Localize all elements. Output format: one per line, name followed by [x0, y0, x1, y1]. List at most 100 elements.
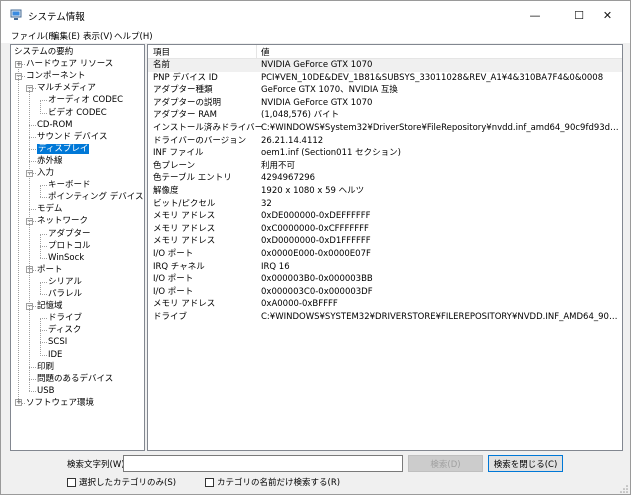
tree-item[interactable]: パラレル [48, 288, 82, 300]
tree-item[interactable]: ディスプレイ [37, 143, 90, 155]
column-header-value[interactable]: 値 [261, 46, 270, 58]
table-row[interactable]: メモリ アドレス 0xDE000000-0xDEFFFFFF [148, 210, 622, 223]
row-item-value: NVIDIA GeForce GTX 1070 [261, 97, 373, 108]
checkbox-box[interactable] [67, 477, 76, 487]
tree-item[interactable]: オーディオ CODEC [48, 94, 123, 106]
row-item-name: 解像度 [153, 186, 179, 196]
row-item-name: IRQ チャネル [153, 261, 205, 272]
tree-connector [29, 148, 36, 150]
table-row[interactable]: I/O ポート 0x0000E000-0x0000E07F [148, 248, 622, 261]
table-row[interactable]: メモリ アドレス 0xC0000000-0xCFFFFFFF [148, 223, 622, 236]
search-input[interactable] [123, 455, 403, 472]
table-row[interactable]: ビット/ピクセル 32 [148, 198, 622, 211]
tree-connector [40, 233, 47, 235]
table-row[interactable]: INF ファイル oem1.inf (Section011 セクション) [148, 147, 622, 160]
tree-item[interactable]: ディスク [48, 324, 81, 336]
table-row[interactable]: ドライブ C:¥WINDOWS¥SYSTEM32¥DRIVERSTORE¥FILE… [148, 311, 622, 324]
tree-item-label: サウンド デバイス [37, 131, 108, 142]
checkbox-label: 選択したカテゴリのみ(S) [79, 478, 177, 488]
row-item-name: メモリ アドレス [153, 211, 216, 222]
tree-connector [29, 221, 30, 270]
row-item-value: oem1.inf (Section011 セクション) [261, 148, 401, 159]
close-button[interactable]: ✕ [585, 1, 630, 29]
tree-item[interactable]: ポインティング デバイス [48, 191, 143, 203]
tree-item[interactable]: CD-ROM [37, 119, 72, 131]
search-category-names-checkbox[interactable]: カテゴリの名前だけ検索する(R) [205, 476, 340, 488]
column-divider[interactable] [256, 45, 257, 59]
table-row[interactable]: メモリ アドレス 0xD0000000-0xD1FFFFFF [148, 235, 622, 248]
tree-connector [29, 124, 30, 137]
tree-connector [40, 112, 47, 114]
table-row[interactable]: I/O ポート 0x000003C0-0x000003DF [148, 286, 622, 299]
tree-connector [29, 160, 30, 173]
tree-item[interactable]: ソフトウェア環境 [26, 397, 94, 409]
tree-item[interactable]: マルチメディア [37, 82, 96, 94]
tree-item[interactable]: USB [37, 385, 54, 397]
title-bar[interactable]: システム情報 — ☐ ✕ [1, 1, 630, 29]
tree-item[interactable]: ポート [37, 264, 63, 276]
tree-item[interactable]: シリアル [48, 276, 82, 288]
row-item-value: GeForce GTX 1070、NVIDIA 互換 [261, 85, 398, 96]
table-row[interactable]: アダプター RAM (1,048,576) バイト [148, 109, 622, 122]
tree-item[interactable]: 印刷 [37, 361, 54, 373]
tree-item[interactable]: サウンド デバイス [37, 131, 107, 143]
tree-item[interactable]: ネットワーク [37, 215, 88, 227]
tree-item[interactable]: 問題のあるデバイス [37, 373, 113, 385]
tree-item[interactable]: SCSI [48, 336, 67, 348]
tree-item[interactable]: 入力 [37, 167, 54, 179]
table-row[interactable]: 色テーブル エントリ 4294967296 [148, 172, 622, 185]
row-item-value: (1,048,576) バイト [261, 110, 340, 121]
tree-item-label: ディスプレイ [37, 143, 90, 154]
tree-item-label: キーボード [48, 180, 91, 191]
menu-help[interactable]: ヘルプ(H) [114, 30, 153, 42]
row-item-name: メモリ アドレス [153, 223, 216, 234]
tree-item[interactable]: システムの要約 [14, 46, 73, 58]
category-tree[interactable]: システムの要約 ハードウェア リソース + コンポーネント − マルチメディア − オーディオ… [10, 44, 145, 451]
tree-item[interactable]: キーボード [48, 179, 91, 191]
tree-item[interactable]: ビデオ CODEC [48, 107, 107, 119]
search-label: 検索文字列(W): [67, 460, 128, 470]
menu-file[interactable]: ファイル(F) [11, 30, 57, 42]
row-item-name: ビット/ピクセル [153, 198, 216, 209]
table-row[interactable]: PNP デバイス ID PCI¥VEN_10DE&DEV_1B81&SUBSYS_… [148, 72, 622, 85]
tree-item[interactable]: プロトコル [48, 240, 91, 252]
tree-item[interactable]: ハードウェア リソース [26, 58, 113, 70]
tree-item[interactable]: ドライブ [48, 312, 82, 324]
table-row[interactable]: ドライバーのバージョン 26.21.14.4112 [148, 135, 622, 148]
table-row[interactable]: 名前 NVIDIA GeForce GTX 1070 [148, 59, 622, 72]
tree-item[interactable]: コンポーネント [26, 70, 86, 82]
selected-category-only-checkbox[interactable]: 選択したカテゴリのみ(S) [67, 476, 176, 488]
close-find-button[interactable]: 検索を閉じる(C) [488, 455, 563, 472]
table-row[interactable]: IRQ チャネル IRQ 16 [148, 261, 622, 274]
tree-item-label: 問題のあるデバイス [37, 373, 114, 384]
minimize-button[interactable]: — [513, 1, 557, 29]
tree-item-label: CD-ROM [37, 119, 73, 130]
table-row[interactable]: インストール済みドライバー C:¥WINDOWS¥System32¥DriverS… [148, 122, 622, 135]
table-row[interactable]: 解像度 1920 x 1080 x 59 ヘルツ [148, 185, 622, 198]
table-row[interactable]: メモリ アドレス 0xA0000-0xBFFFF [148, 298, 622, 311]
tree-item-label: 入力 [37, 168, 55, 178]
tree-item[interactable]: IDE [48, 349, 62, 361]
resize-grip-icon[interactable] [620, 485, 628, 493]
find-button[interactable]: 検索(D) [408, 455, 483, 472]
table-row[interactable]: アダプターの説明 NVIDIA GeForce GTX 1070 [148, 97, 622, 110]
tree-connector [40, 100, 41, 113]
tree-item[interactable]: WinSock [48, 252, 84, 264]
row-item-value: 利用不可 [261, 160, 296, 171]
details-list[interactable]: 項目 値 名前 NVIDIA GeForce GTX 1070 PNP デバイス I… [147, 44, 623, 451]
table-row[interactable]: I/O ポート 0x000003B0-0x000003BB [148, 273, 622, 286]
tree-item-label: モデム [37, 204, 63, 215]
tree-item-label: WinSock [48, 252, 85, 263]
menu-view[interactable]: 表示(V) [83, 30, 112, 42]
tree-item[interactable]: モデム [37, 203, 62, 215]
tree-connector [40, 245, 47, 247]
menu-edit[interactable]: 編集(E) [51, 30, 80, 42]
tree-item[interactable]: 記憶域 [37, 300, 63, 312]
table-row[interactable]: アダプター種類 GeForce GTX 1070、NVIDIA 互換 [148, 84, 622, 97]
tree-item[interactable]: 赤外線 [37, 155, 63, 167]
table-row[interactable]: 色プレーン 利用不可 [148, 160, 622, 173]
checkbox-box[interactable] [205, 477, 214, 487]
tree-item[interactable]: アダプター [48, 228, 91, 240]
list-header: 項目 値 [148, 45, 622, 59]
column-header-item[interactable]: 項目 [153, 46, 170, 58]
